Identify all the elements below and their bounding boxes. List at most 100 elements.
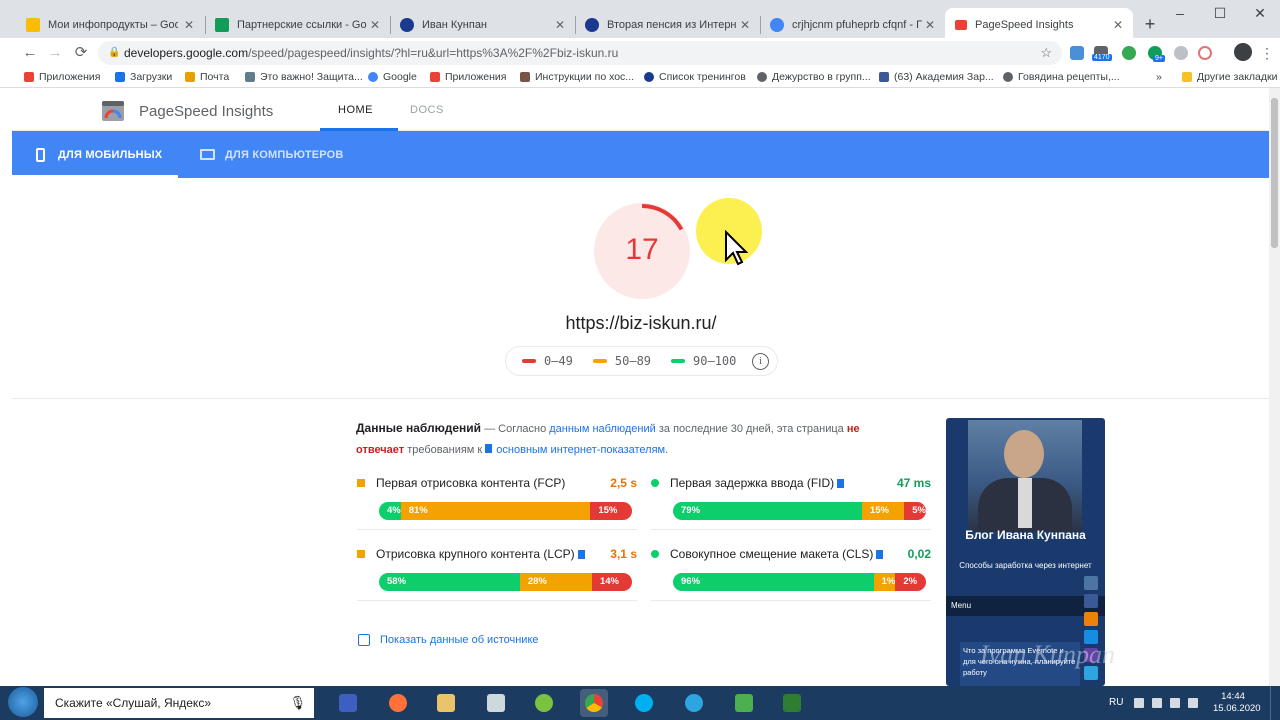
show-desktop-button[interactable] (1270, 686, 1280, 720)
bookmark-item[interactable]: Почта (185, 71, 229, 83)
profile-avatar[interactable] (1234, 43, 1252, 61)
extension-icon[interactable] (1122, 46, 1136, 60)
odnoklassniki-icon (1084, 612, 1098, 626)
apps-grid-icon (430, 72, 440, 82)
psi-title: PageSpeed Insights (139, 103, 274, 120)
forward-button[interactable]: → (45, 43, 65, 63)
network-icon[interactable] (1170, 698, 1180, 708)
close-icon[interactable]: ✕ (370, 18, 380, 32)
bookmark-item[interactable]: Это важно! Защита... (245, 71, 363, 83)
status-circle-icon (651, 479, 659, 487)
address-bar[interactable]: 🔒 developers.google.com/speed/pagespeed/… (98, 41, 1062, 65)
vk-icon (1084, 576, 1098, 590)
show-source-toggle[interactable]: Показать данные об источнике (358, 634, 539, 646)
legend-swatch-green (671, 359, 686, 363)
taskbar-app[interactable] (432, 689, 460, 717)
browser-tab[interactable]: Мои инфопродукты – Google ✕ (16, 8, 204, 42)
tab-title: Вторая пенсия из Интернета (607, 19, 737, 31)
facebook-icon (879, 72, 889, 82)
field-data-link[interactable]: данным наблюдений (549, 423, 656, 435)
bookmark-item[interactable]: Приложения (430, 71, 506, 83)
close-icon[interactable]: ✕ (740, 18, 750, 32)
volume-icon[interactable] (1188, 698, 1198, 708)
close-icon[interactable]: ✕ (184, 18, 194, 32)
maximize-button[interactable]: ☐ (1200, 2, 1240, 28)
browser-tab-active[interactable]: PageSpeed Insights ✕ (945, 8, 1133, 42)
distribution-segment: 28% (519, 573, 592, 591)
flag-icon[interactable] (1152, 698, 1162, 708)
info-icon[interactable]: i (752, 353, 769, 370)
flag-icon (837, 478, 845, 488)
taskbar-app[interactable] (778, 689, 806, 717)
bookmark-item[interactable]: Говядина рецепты,... (1003, 71, 1120, 83)
taskbar-app[interactable] (530, 689, 558, 717)
address-path: /speed/pagespeed/insights/?hl=ru&url=htt… (248, 46, 619, 60)
taskbar-app[interactable] (680, 689, 708, 717)
taskbar-app[interactable] (730, 689, 758, 717)
bookmark-item[interactable]: Загрузки (115, 71, 172, 83)
bookmark-item[interactable]: Список тренингов (644, 71, 746, 83)
taskbar-app-active[interactable] (580, 689, 608, 717)
tab-desktop[interactable]: ДЛЯ КОМПЬЮТЕРОВ (200, 131, 344, 178)
other-bookmarks[interactable]: Другие закладки (1182, 71, 1277, 83)
download-icon (115, 72, 125, 82)
nav-docs[interactable]: DOCS (410, 104, 444, 116)
bookmark-item[interactable]: Google (368, 71, 417, 83)
taskbar-app[interactable] (482, 689, 510, 717)
metric-divider (651, 529, 931, 530)
nav-home[interactable]: HOME (338, 104, 373, 116)
distribution-segment: 5% (904, 502, 926, 520)
taskbar-app[interactable] (334, 689, 362, 717)
bookmark-label: Приложения (445, 71, 507, 83)
microphone-icon[interactable]: 🎙 (289, 688, 306, 718)
bookmarks-overflow-icon[interactable]: » (1156, 71, 1162, 83)
browser-tab[interactable]: Вторая пенсия из Интернета ✕ (575, 8, 760, 42)
menu-kebab-icon[interactable]: ⋮ (1260, 45, 1274, 62)
start-button[interactable] (8, 687, 38, 717)
bookmark-item[interactable]: Приложения (24, 71, 100, 83)
metric-title: Совокупное смещение макета (CLS) (651, 547, 884, 561)
taskbar-search-input[interactable]: Скажите «Слушай, Яндекс» 🎙 (44, 688, 314, 718)
bookmark-item[interactable]: (63) Академия Зар... (879, 71, 994, 83)
bookmark-label: Это важно! Защита... (260, 71, 363, 83)
field-text: требованиям к (404, 444, 486, 456)
close-icon[interactable]: ✕ (925, 18, 935, 32)
page-scrollbar[interactable] (1269, 88, 1280, 686)
address-domain: developers.google.com (124, 46, 249, 60)
window-close-button[interactable]: ✕ (1240, 2, 1280, 28)
close-icon[interactable]: ✕ (555, 18, 565, 32)
taskbar-app[interactable] (630, 689, 658, 717)
browser-tab[interactable]: Иван Кунпан ✕ (390, 8, 575, 42)
score-legend: 0–49 50–89 90–100 i (505, 346, 778, 376)
bookmark-item[interactable]: Дежурство в групп... (757, 71, 871, 83)
system-clock[interactable]: 14:44 15.06.2020 (1213, 691, 1261, 715)
extension-icon[interactable] (1198, 46, 1212, 60)
tab-mobile[interactable]: ДЛЯ МОБИЛЬНЫХ (36, 131, 178, 178)
scrollbar-thumb[interactable] (1271, 98, 1278, 248)
bookmark-item[interactable]: Инструкции по хос... (520, 71, 634, 83)
metric-label: Первая задержка ввода (FID) (670, 476, 835, 490)
core-web-vitals-link[interactable]: основным интернет-показателям (496, 444, 665, 456)
browser-tab[interactable]: crjhjcnm pfuheprb cfqnf - Поис ✕ (760, 8, 945, 42)
reload-button[interactable]: ⟳ (71, 43, 91, 63)
firefox-icon (389, 694, 407, 712)
taskbar-app[interactable] (384, 689, 412, 717)
bookmark-label: Загрузки (130, 71, 173, 83)
close-icon[interactable]: ✕ (1113, 18, 1123, 32)
minimize-button[interactable]: – (1160, 2, 1200, 28)
extension-icon[interactable] (1070, 46, 1084, 60)
skype-icon (635, 694, 653, 712)
back-button[interactable]: ← (20, 43, 40, 63)
browser-tab[interactable]: Партнерские ссылки - Google ✕ (205, 8, 390, 42)
checkbox[interactable] (358, 634, 370, 646)
bird-app-icon (535, 694, 553, 712)
extension-icon[interactable] (1174, 46, 1188, 60)
tray-expand-icon[interactable] (1134, 698, 1144, 708)
extension-badge: 9+ (1153, 55, 1165, 62)
new-tab-button[interactable]: + (1138, 13, 1162, 37)
metric-distribution-bar: 96% 1% 2% (673, 573, 926, 591)
bookmark-star-icon[interactable]: ☆ (1040, 41, 1052, 65)
legend-item: 0–49 (522, 354, 573, 368)
language-indicator[interactable]: RU (1109, 697, 1123, 708)
blog-menu: Menu (946, 596, 1105, 616)
